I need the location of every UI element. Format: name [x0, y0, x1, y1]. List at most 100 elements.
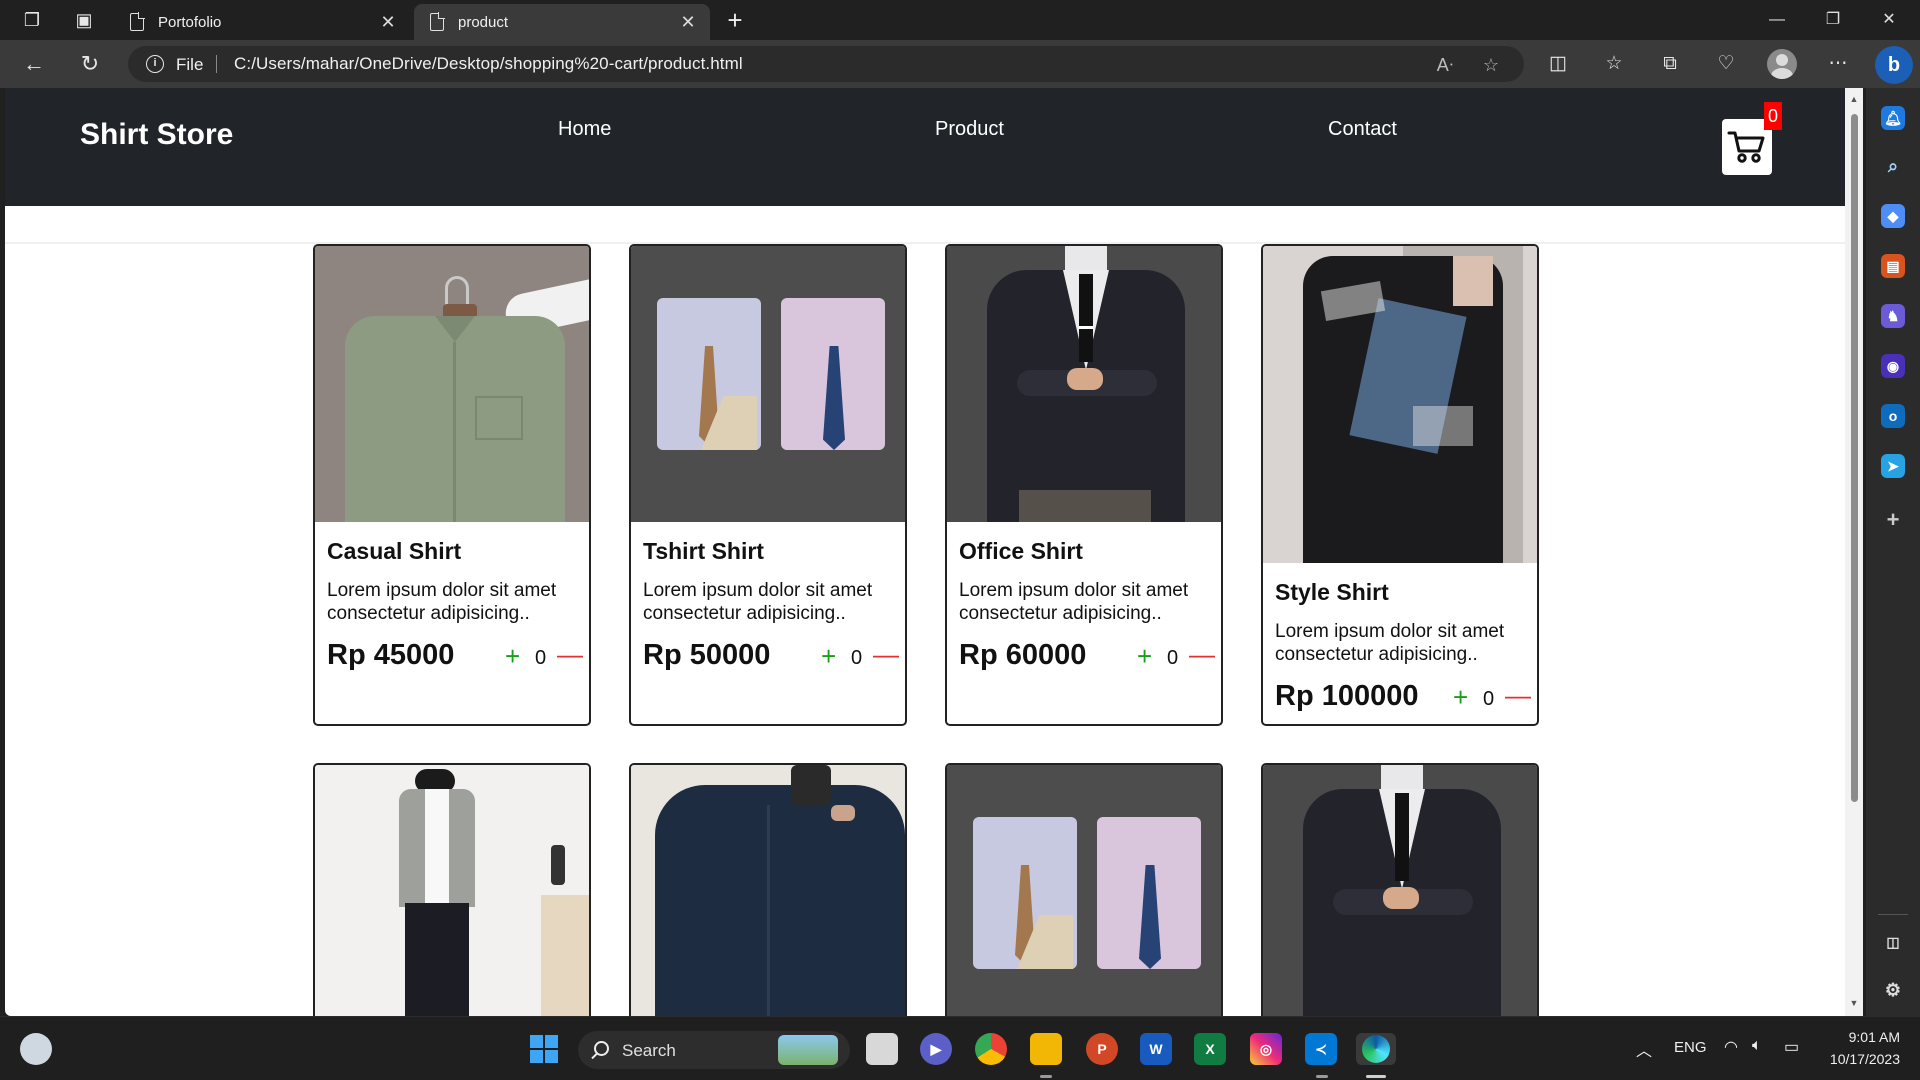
url-text[interactable]: C:/Users/mahar/OneDrive/Desktop/shopping… [234, 54, 743, 74]
copilot-app-icon[interactable]: ◉ [1881, 354, 1905, 378]
windows-logo-icon [530, 1035, 558, 1063]
product-description: Lorem ipsum dolor sit amet consectetur a… [1275, 621, 1505, 665]
refresh-button[interactable]: ↻ [76, 50, 104, 78]
hide-sidebar-icon[interactable]: ◫ [1881, 930, 1905, 954]
add-app-icon[interactable]: + [1881, 508, 1905, 532]
product-image [1263, 246, 1537, 563]
info-icon[interactable]: i [146, 55, 164, 73]
clock-date[interactable]: 10/17/2023 [1816, 1051, 1900, 1067]
site-header: Shirt Store Home Product Contact 0 [5, 88, 1845, 206]
address-bar[interactable]: i File C:/Users/mahar/OneDrive/Desktop/s… [128, 46, 1524, 82]
nav-product[interactable]: Product [935, 118, 1004, 141]
tab-title: product [458, 13, 509, 31]
quantity-value: 0 [535, 647, 547, 669]
word-icon[interactable]: W [1140, 1033, 1172, 1065]
decrease-qty-button[interactable]: — [1189, 639, 1215, 670]
games-icon[interactable]: ♞ [1881, 304, 1905, 328]
instagram-icon[interactable]: ◎ [1250, 1033, 1282, 1065]
nav-contact[interactable]: Contact [1328, 118, 1397, 141]
task-view-icon[interactable] [866, 1033, 898, 1065]
back-button[interactable]: ← [20, 50, 48, 78]
browser-essentials-icon[interactable]: ♡ [1712, 50, 1740, 78]
drop-icon[interactable]: ➤ [1881, 454, 1905, 478]
nav-home[interactable]: Home [558, 118, 611, 141]
increase-qty-button[interactable]: + [1137, 641, 1152, 672]
volume-icon[interactable]: 🔈︎ [1752, 1037, 1762, 1055]
settings-gear-icon[interactable]: ⚙ [1881, 978, 1905, 1002]
minimize-button[interactable]: — [1754, 6, 1800, 34]
favorites-icon[interactable]: ☆ [1600, 50, 1628, 78]
page-icon [130, 12, 145, 31]
product-description: Lorem ipsum dolor sit amet consectetur a… [643, 580, 873, 624]
product-description: Lorem ipsum dolor sit amet consectetur a… [959, 580, 1189, 624]
product-card: Casual Shirt Lorem ipsum dolor sit amet … [313, 244, 591, 726]
profile-avatar[interactable] [1767, 49, 1797, 79]
browser-tab-bar: ❐ ▣ Portofolio ✕ product ✕ + — ❐ ✕ [0, 0, 1920, 40]
edge-sidebar: 🔔︎ ⌕ ◆ ▤ ♞ ◉ o ➤ + ◫ ⚙ [1866, 88, 1920, 1016]
product-card: Office Shirt Lorem ipsum dolor sit amet … [945, 244, 1223, 726]
workspaces-icon[interactable]: ❐ [20, 8, 44, 32]
read-aloud-icon[interactable]: Aᐧ [1432, 52, 1458, 78]
powerpoint-icon[interactable]: P [1086, 1033, 1118, 1065]
tab-product[interactable]: product ✕ [414, 4, 710, 40]
vscode-icon[interactable]: ≺ [1305, 1033, 1337, 1065]
show-hidden-icons-icon[interactable]: ︿ [1636, 1037, 1652, 1061]
product-card [1261, 763, 1539, 1016]
running-indicator [1040, 1075, 1052, 1078]
divider [216, 55, 217, 73]
shopping-tag-icon[interactable]: ◆ [1881, 204, 1905, 228]
increase-qty-button[interactable]: + [505, 641, 520, 672]
product-card [629, 763, 907, 1016]
close-tab-icon[interactable]: ✕ [376, 12, 400, 33]
language-indicator[interactable]: ENG [1674, 1039, 1707, 1056]
brand-logo[interactable]: Shirt Store [80, 118, 233, 152]
edge-taskbar-icon[interactable] [1356, 1033, 1396, 1065]
decrease-qty-button[interactable]: — [1505, 680, 1531, 711]
clock-time[interactable]: 9:01 AM [1826, 1029, 1900, 1045]
more-options-icon[interactable]: ⋯ [1824, 50, 1852, 78]
tab-actions-icon[interactable]: ▣ [72, 8, 96, 32]
decrease-qty-button[interactable]: — [557, 639, 583, 670]
product-card [945, 763, 1223, 1016]
collections-icon[interactable]: ⧉ [1656, 50, 1684, 78]
taskbar-search[interactable]: Search [578, 1031, 850, 1069]
battery-icon[interactable]: ▭ [1784, 1037, 1799, 1057]
teams-chat-icon[interactable]: ▶ [920, 1033, 952, 1065]
quantity-value: 0 [851, 647, 863, 669]
product-image [947, 765, 1221, 1016]
tab-portofolio[interactable]: Portofolio ✕ [114, 4, 410, 40]
close-tab-icon[interactable]: ✕ [676, 12, 700, 33]
increase-qty-button[interactable]: + [1453, 682, 1468, 713]
close-window-button[interactable]: ✕ [1866, 6, 1912, 34]
notifications-icon[interactable]: 🔔︎ [1881, 106, 1905, 130]
decrease-qty-button[interactable]: — [873, 639, 899, 670]
quantity-value: 0 [1483, 688, 1495, 710]
chrome-icon[interactable] [975, 1033, 1007, 1065]
scrollbar-thumb[interactable] [1851, 114, 1858, 802]
product-card: Tshirt Shirt Lorem ipsum dolor sit amet … [629, 244, 907, 726]
outlook-icon[interactable]: o [1881, 404, 1905, 428]
restore-button[interactable]: ❐ [1810, 6, 1856, 34]
active-indicator [1366, 1075, 1386, 1078]
search-highlight-icon [778, 1035, 838, 1065]
split-screen-icon[interactable]: ◫ [1544, 50, 1572, 78]
increase-qty-button[interactable]: + [821, 641, 836, 672]
excel-icon[interactable]: X [1194, 1033, 1226, 1065]
page-scrollbar[interactable]: ▲ ▼ [1845, 88, 1863, 1016]
product-price: Rp 60000 [959, 639, 1087, 671]
product-card: Style Shirt Lorem ipsum dolor sit amet c… [1261, 244, 1539, 726]
file-explorer-icon[interactable] [1030, 1033, 1062, 1065]
favorite-star-icon[interactable]: ☆ [1478, 52, 1504, 78]
scroll-down-arrow-icon[interactable]: ▼ [1849, 998, 1859, 1008]
search-icon[interactable]: ⌕ [1881, 154, 1905, 178]
product-image [1263, 765, 1537, 1016]
copilot-icon[interactable]: b [1875, 46, 1913, 84]
tools-icon[interactable]: ▤ [1881, 254, 1905, 278]
wifi-icon[interactable]: ◠ [1724, 1037, 1738, 1057]
weather-widget-icon[interactable] [20, 1033, 52, 1065]
new-tab-button[interactable]: + [720, 6, 750, 36]
product-name: Office Shirt [959, 538, 1083, 564]
product-image [947, 246, 1221, 522]
scroll-up-arrow-icon[interactable]: ▲ [1849, 94, 1859, 104]
start-button[interactable] [528, 1033, 560, 1065]
